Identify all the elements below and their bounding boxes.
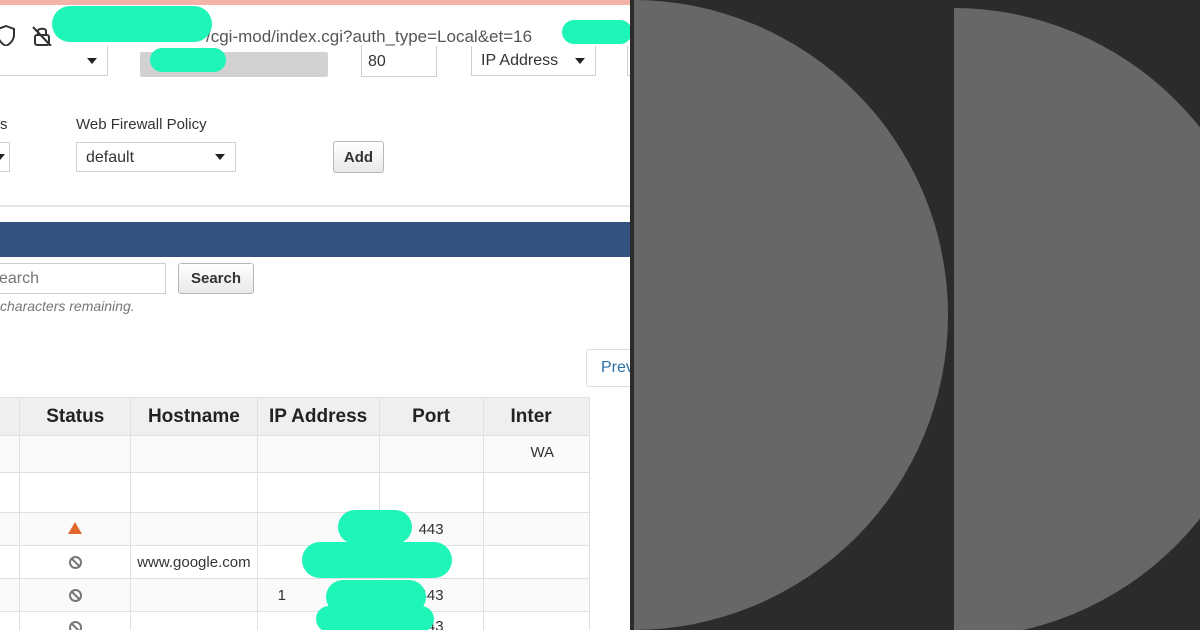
- hostname-cell: [130, 512, 258, 546]
- ip-cell: [256, 472, 380, 513]
- port-cell: [378, 472, 484, 513]
- redaction-mark: [150, 48, 226, 72]
- status-cell: [19, 435, 132, 473]
- screenshot-panel: /cgi-mod/index.cgi?auth_type=Local&et=16…: [0, 0, 630, 630]
- hostname-cell: [130, 435, 258, 473]
- select-left-top[interactable]: [0, 46, 108, 76]
- table-row[interactable]: [0, 472, 590, 513]
- table-row[interactable]: WA: [0, 435, 590, 473]
- ip-cell: [256, 435, 380, 473]
- shield-icon: [0, 25, 15, 47]
- circle-slash-icon: [68, 620, 82, 630]
- services-table: Status Hostname IP Address Port Inter WA: [0, 397, 590, 630]
- url-text: /cgi-mod/index.cgi?auth_type=Local&et=16: [206, 27, 533, 46]
- table-header-row: Status Hostname IP Address Port Inter: [0, 397, 590, 436]
- circle-slash-icon: [68, 556, 82, 570]
- redaction-mark: [338, 510, 412, 544]
- left-select-fragment[interactable]: [0, 142, 10, 172]
- lock-insecure-icon: [32, 26, 52, 47]
- chevron-down-icon: [0, 154, 5, 160]
- column-header-interface[interactable]: Inter: [482, 397, 590, 436]
- extra-field-edge[interactable]: [627, 46, 630, 76]
- warning-triangle-icon: [68, 521, 83, 534]
- interface-cell: [482, 512, 590, 546]
- left-label-fragment: s: [0, 116, 8, 133]
- address-type-select[interactable]: IP Address: [471, 46, 596, 76]
- interface-cell: [482, 578, 590, 612]
- status-cell: [19, 578, 132, 612]
- redaction-mark: [52, 6, 212, 42]
- web-firewall-policy-label: Web Firewall Policy: [76, 116, 207, 133]
- blank-panel-left: [634, 0, 948, 630]
- status-cell: [19, 512, 132, 546]
- section-header-bar: [0, 222, 630, 257]
- blank-panel-right: [954, 0, 1200, 630]
- table-row[interactable]: 443: [0, 611, 590, 630]
- interface-cell: [482, 545, 590, 579]
- column-header-port[interactable]: Port: [378, 397, 484, 436]
- circle-slash-icon: [68, 589, 82, 603]
- chevron-down-icon: [215, 154, 225, 160]
- hostname-cell: [130, 578, 258, 612]
- status-cell: [19, 472, 132, 513]
- interface-cell: [482, 472, 590, 513]
- search-button[interactable]: Search: [178, 263, 254, 294]
- column-header-status[interactable]: Status: [19, 397, 132, 436]
- hostname-cell: www.google.com: [130, 545, 258, 579]
- hostname-cell: [130, 611, 258, 630]
- port-input[interactable]: 80: [361, 46, 437, 77]
- chevron-down-icon: [575, 57, 585, 64]
- hostname-cell: [130, 472, 258, 513]
- port-value: 80: [368, 53, 386, 70]
- web-firewall-policy-select[interactable]: default: [76, 142, 236, 172]
- redaction-mark: [316, 606, 434, 630]
- table-row[interactable]: www.google.com 443: [0, 545, 590, 579]
- column-header[interactable]: [0, 397, 21, 436]
- redaction-mark: [302, 542, 452, 578]
- prev-page-button[interactable]: Prev: [586, 349, 630, 387]
- address-type-value: IP Address: [481, 52, 559, 69]
- status-cell: [19, 611, 132, 630]
- table-row[interactable]: 443: [0, 512, 590, 546]
- half-disc-shape: [634, 0, 948, 630]
- chevron-down-icon: [87, 57, 97, 64]
- half-disc-shape: [954, 8, 1200, 630]
- web-firewall-policy-value: default: [86, 149, 135, 166]
- interface-cell: WA: [482, 435, 590, 473]
- section-divider: [0, 205, 630, 207]
- column-header-hostname[interactable]: Hostname: [130, 397, 258, 436]
- characters-remaining-hint: characters remaining.: [0, 298, 135, 314]
- port-cell: [378, 435, 484, 473]
- redaction-mark: [562, 20, 630, 44]
- column-header-ip-address[interactable]: IP Address: [256, 397, 380, 436]
- interface-cell: [482, 611, 590, 630]
- status-cell: [19, 545, 132, 579]
- add-button[interactable]: Add: [333, 141, 384, 173]
- table-row[interactable]: 1 443: [0, 578, 590, 612]
- search-input[interactable]: [0, 263, 166, 294]
